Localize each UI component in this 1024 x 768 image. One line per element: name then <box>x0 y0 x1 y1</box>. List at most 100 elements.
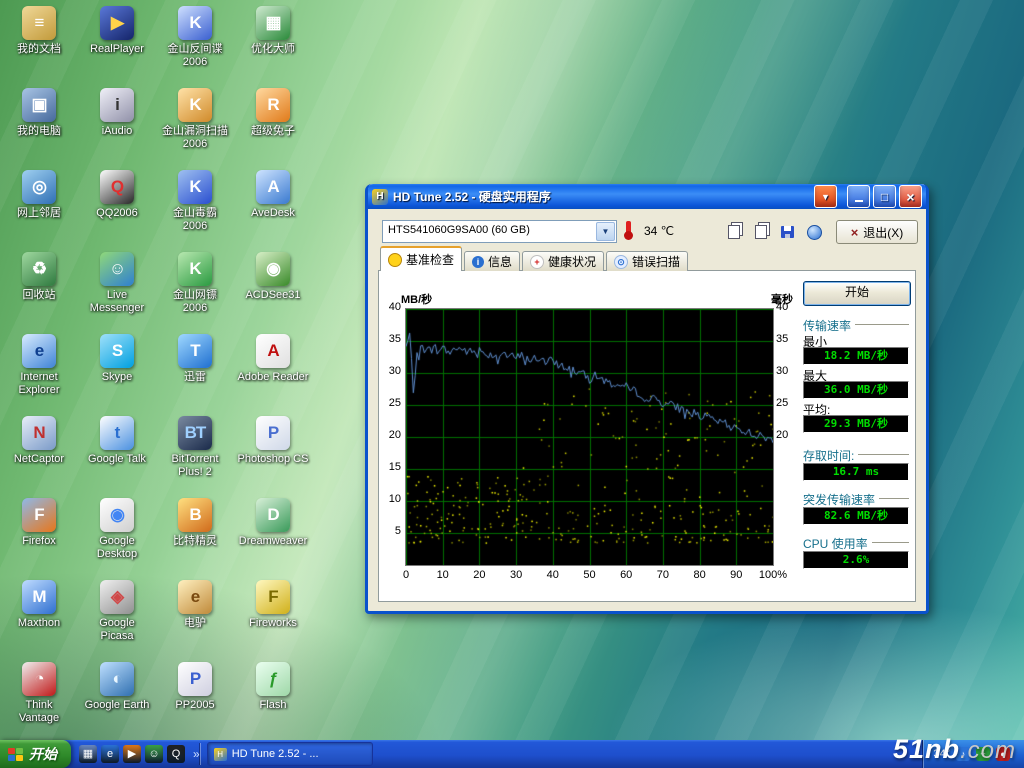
web-export-button[interactable] <box>801 220 828 244</box>
close-button[interactable]: × <box>899 185 922 208</box>
desktop-icon-kingsoft-duba[interactable]: K金山毒霸 2006 <box>158 170 232 233</box>
desktop-icon-photoshop-cs[interactable]: PPhotoshop CS <box>236 416 310 466</box>
desktop-icon-label: 我的文档 <box>2 43 76 56</box>
desktop-icon-recycle-bin[interactable]: ♻回收站 <box>2 252 76 302</box>
desktop-icon-kingsoft-netguard[interactable]: K金山网镖 2006 <box>158 252 232 315</box>
desktop-icon-network-places[interactable]: ◎网上邻居 <box>2 170 76 220</box>
tray-antivirus-icon[interactable]: + <box>976 747 990 761</box>
copy-text-button[interactable] <box>720 220 747 244</box>
taskbar-task-hd-tune[interactable]: H HD Tune 2.52 - ... <box>207 742 373 766</box>
google-talk-icon: t <box>100 416 134 450</box>
exit-label: 退出(X) <box>863 224 903 241</box>
desktop-icon-label: 电驴 <box>158 617 232 630</box>
desktop-icon-label: 金山漏洞扫描 2006 <box>158 125 232 151</box>
tray-volume-icon[interactable]: ♪ <box>956 747 970 761</box>
desktop-icon-label: Adobe Reader <box>236 371 310 384</box>
desktop-icon-iaudio[interactable]: iiAudio <box>80 88 154 138</box>
drive-select[interactable]: HTS541060G9SA00 (60 GB) ▼ <box>382 220 617 243</box>
x-tick: 20 <box>464 569 494 581</box>
benchmark-chart-canvas <box>405 308 774 566</box>
desktop-icon-superrabbit[interactable]: R超级兔子 <box>236 88 310 138</box>
desktop-icon-fireworks[interactable]: FFireworks <box>236 580 310 630</box>
y-left-tick: 40 <box>379 301 401 313</box>
desktop-icon-acdsee[interactable]: ◉ACDSee31 <box>236 252 310 302</box>
desktop-icon-label: BitTorrent Plus! 2 <box>158 453 232 479</box>
maximize-button[interactable]: □ <box>873 185 896 208</box>
desktop-icon-avedesk[interactable]: AAveDesk <box>236 170 310 220</box>
desktop-icon-bittorrent-plus[interactable]: BT BitTorrent Plus! 2 <box>158 416 232 479</box>
taskbar-separator <box>200 743 201 765</box>
tab-info[interactable]: i信息 <box>464 251 520 271</box>
quick-launch-media-player[interactable]: ▶ <box>123 745 141 763</box>
desktop-icon-label: Google Talk <box>80 453 154 466</box>
save-screenshot-button[interactable] <box>774 220 801 244</box>
netcaptor-icon: N <box>22 416 56 450</box>
desktop-icon-label: 我的电脑 <box>2 125 76 138</box>
maxthon-icon: M <box>22 580 56 614</box>
desktop-icon-pp2005[interactable]: PPP2005 <box>158 662 232 712</box>
benchmark-panel: MB/秒 毫秒 开始 传输速率 最小 18.2 MB/秒 最大 36.0 MB/… <box>378 270 916 602</box>
desktop-icon-google-desktop[interactable]: ◉Google Desktop <box>80 498 154 561</box>
x-tick: 30 <box>501 569 531 581</box>
desktop-icon-internet-explorer[interactable]: eInternet Explorer <box>2 334 76 397</box>
tab-health[interactable]: +健康状况 <box>522 251 604 271</box>
desktop-icon-label: 迅雷 <box>158 371 232 384</box>
desktop-icon-realplayer[interactable]: ▶RealPlayer <box>80 6 154 56</box>
desktop-icon-my-documents[interactable]: ≡ 我的文档 <box>2 6 76 56</box>
desktop-icon-label: Think Vantage <box>2 699 76 725</box>
tab-benchmark[interactable]: 基准检查 <box>380 246 462 271</box>
desktop-icon-firefox[interactable]: FFirefox <box>2 498 76 548</box>
desktop-icon-google-picasa[interactable]: ◈Google Picasa <box>80 580 154 643</box>
desktop-icon-maxthon[interactable]: MMaxthon <box>2 580 76 630</box>
max-value: 36.0 MB/秒 <box>803 381 909 399</box>
error-scan-tab-icon: ⊙ <box>614 255 628 269</box>
desktop-icon-google-talk[interactable]: t Google Talk <box>80 416 154 466</box>
quick-launch-internet-explorer[interactable]: e <box>101 745 119 763</box>
quick-launch-qq[interactable]: Q <box>167 745 185 763</box>
minimize-button[interactable] <box>847 185 870 208</box>
desktop-icon-netcaptor[interactable]: NNetCaptor <box>2 416 76 466</box>
desktop-icon-google-earth[interactable]: ◐Google Earth <box>80 662 154 712</box>
tab-bar: 基准检查i信息+健康状况⊙错误扫描 <box>380 248 690 270</box>
copy-image-button[interactable] <box>747 220 774 244</box>
start-benchmark-button[interactable]: 开始 <box>803 281 911 306</box>
desktop-icon-label: Live Messenger <box>80 289 154 315</box>
desktop-icon-live-messenger[interactable]: ☺Live Messenger <box>80 252 154 315</box>
chevron-down-icon[interactable]: ▼ <box>596 222 615 241</box>
start-button[interactable]: 开始 <box>0 740 71 768</box>
desktop-icon-think-vantage[interactable]: ◔Think Vantage <box>2 662 76 725</box>
quick-launch-overflow-chevron[interactable]: » <box>193 747 200 761</box>
desktop-icon-kingsoft-vulnscan[interactable]: K金山漏洞扫描 2006 <box>158 88 232 151</box>
window-titlebar[interactable]: H HD Tune 2.52 - 硬盘实用程序 ▼ □ × <box>368 184 926 209</box>
burst-rate-group-label: 突发传输速率 <box>803 491 909 508</box>
desktop-icon-xunlei[interactable]: T迅雷 <box>158 334 232 384</box>
my-documents-icon: ≡ <box>22 6 56 40</box>
desktop-icon-qq2006[interactable]: QQQ2006 <box>80 170 154 220</box>
desktop-icon-flash[interactable]: ƒFlash <box>236 662 310 712</box>
desktop-icon-label: Skype <box>80 371 154 384</box>
desktop-icon-emule[interactable]: e电驴 <box>158 580 232 630</box>
pp2005-icon: P <box>178 662 212 696</box>
windows-flag-icon <box>8 748 23 761</box>
desktop-icon-bitspirit[interactable]: B比特精灵 <box>158 498 232 548</box>
desktop-icon-adobe-reader[interactable]: AAdobe Reader <box>236 334 310 384</box>
desktop-icon-dreamweaver[interactable]: DDreamweaver <box>236 498 310 548</box>
desktop-icon-my-computer[interactable]: ▣我的电脑 <box>2 88 76 138</box>
system-tray: 34° ♪+● <box>922 740 1024 768</box>
download-update-button[interactable]: ▼ <box>814 185 837 208</box>
quick-launch-messenger[interactable]: ☺ <box>145 745 163 763</box>
desktop-icon-label: Flash <box>236 699 310 712</box>
bitspirit-icon: B <box>178 498 212 532</box>
wopti-icon: ▦ <box>256 6 290 40</box>
exit-button[interactable]: × 退出(X) <box>836 220 918 244</box>
desktop-icon-label: 金山网镖 2006 <box>158 289 232 315</box>
desktop-icon-kingsoft-antispy[interactable]: K金山反间谍 2006 <box>158 6 232 69</box>
desktop-icon-skype[interactable]: SSkype <box>80 334 154 384</box>
desktop-icon-label: ACDSee31 <box>236 289 310 302</box>
quick-launch-show-desktop[interactable]: ▦ <box>79 745 97 763</box>
exit-x-icon: × <box>851 225 859 240</box>
tab-error-scan[interactable]: ⊙错误扫描 <box>606 251 688 271</box>
desktop-icon-wopti[interactable]: ▦优化大师 <box>236 6 310 56</box>
tray-monitor-icon[interactable]: ● <box>996 747 1010 761</box>
bittorrent-plus-icon: BT <box>178 416 212 450</box>
